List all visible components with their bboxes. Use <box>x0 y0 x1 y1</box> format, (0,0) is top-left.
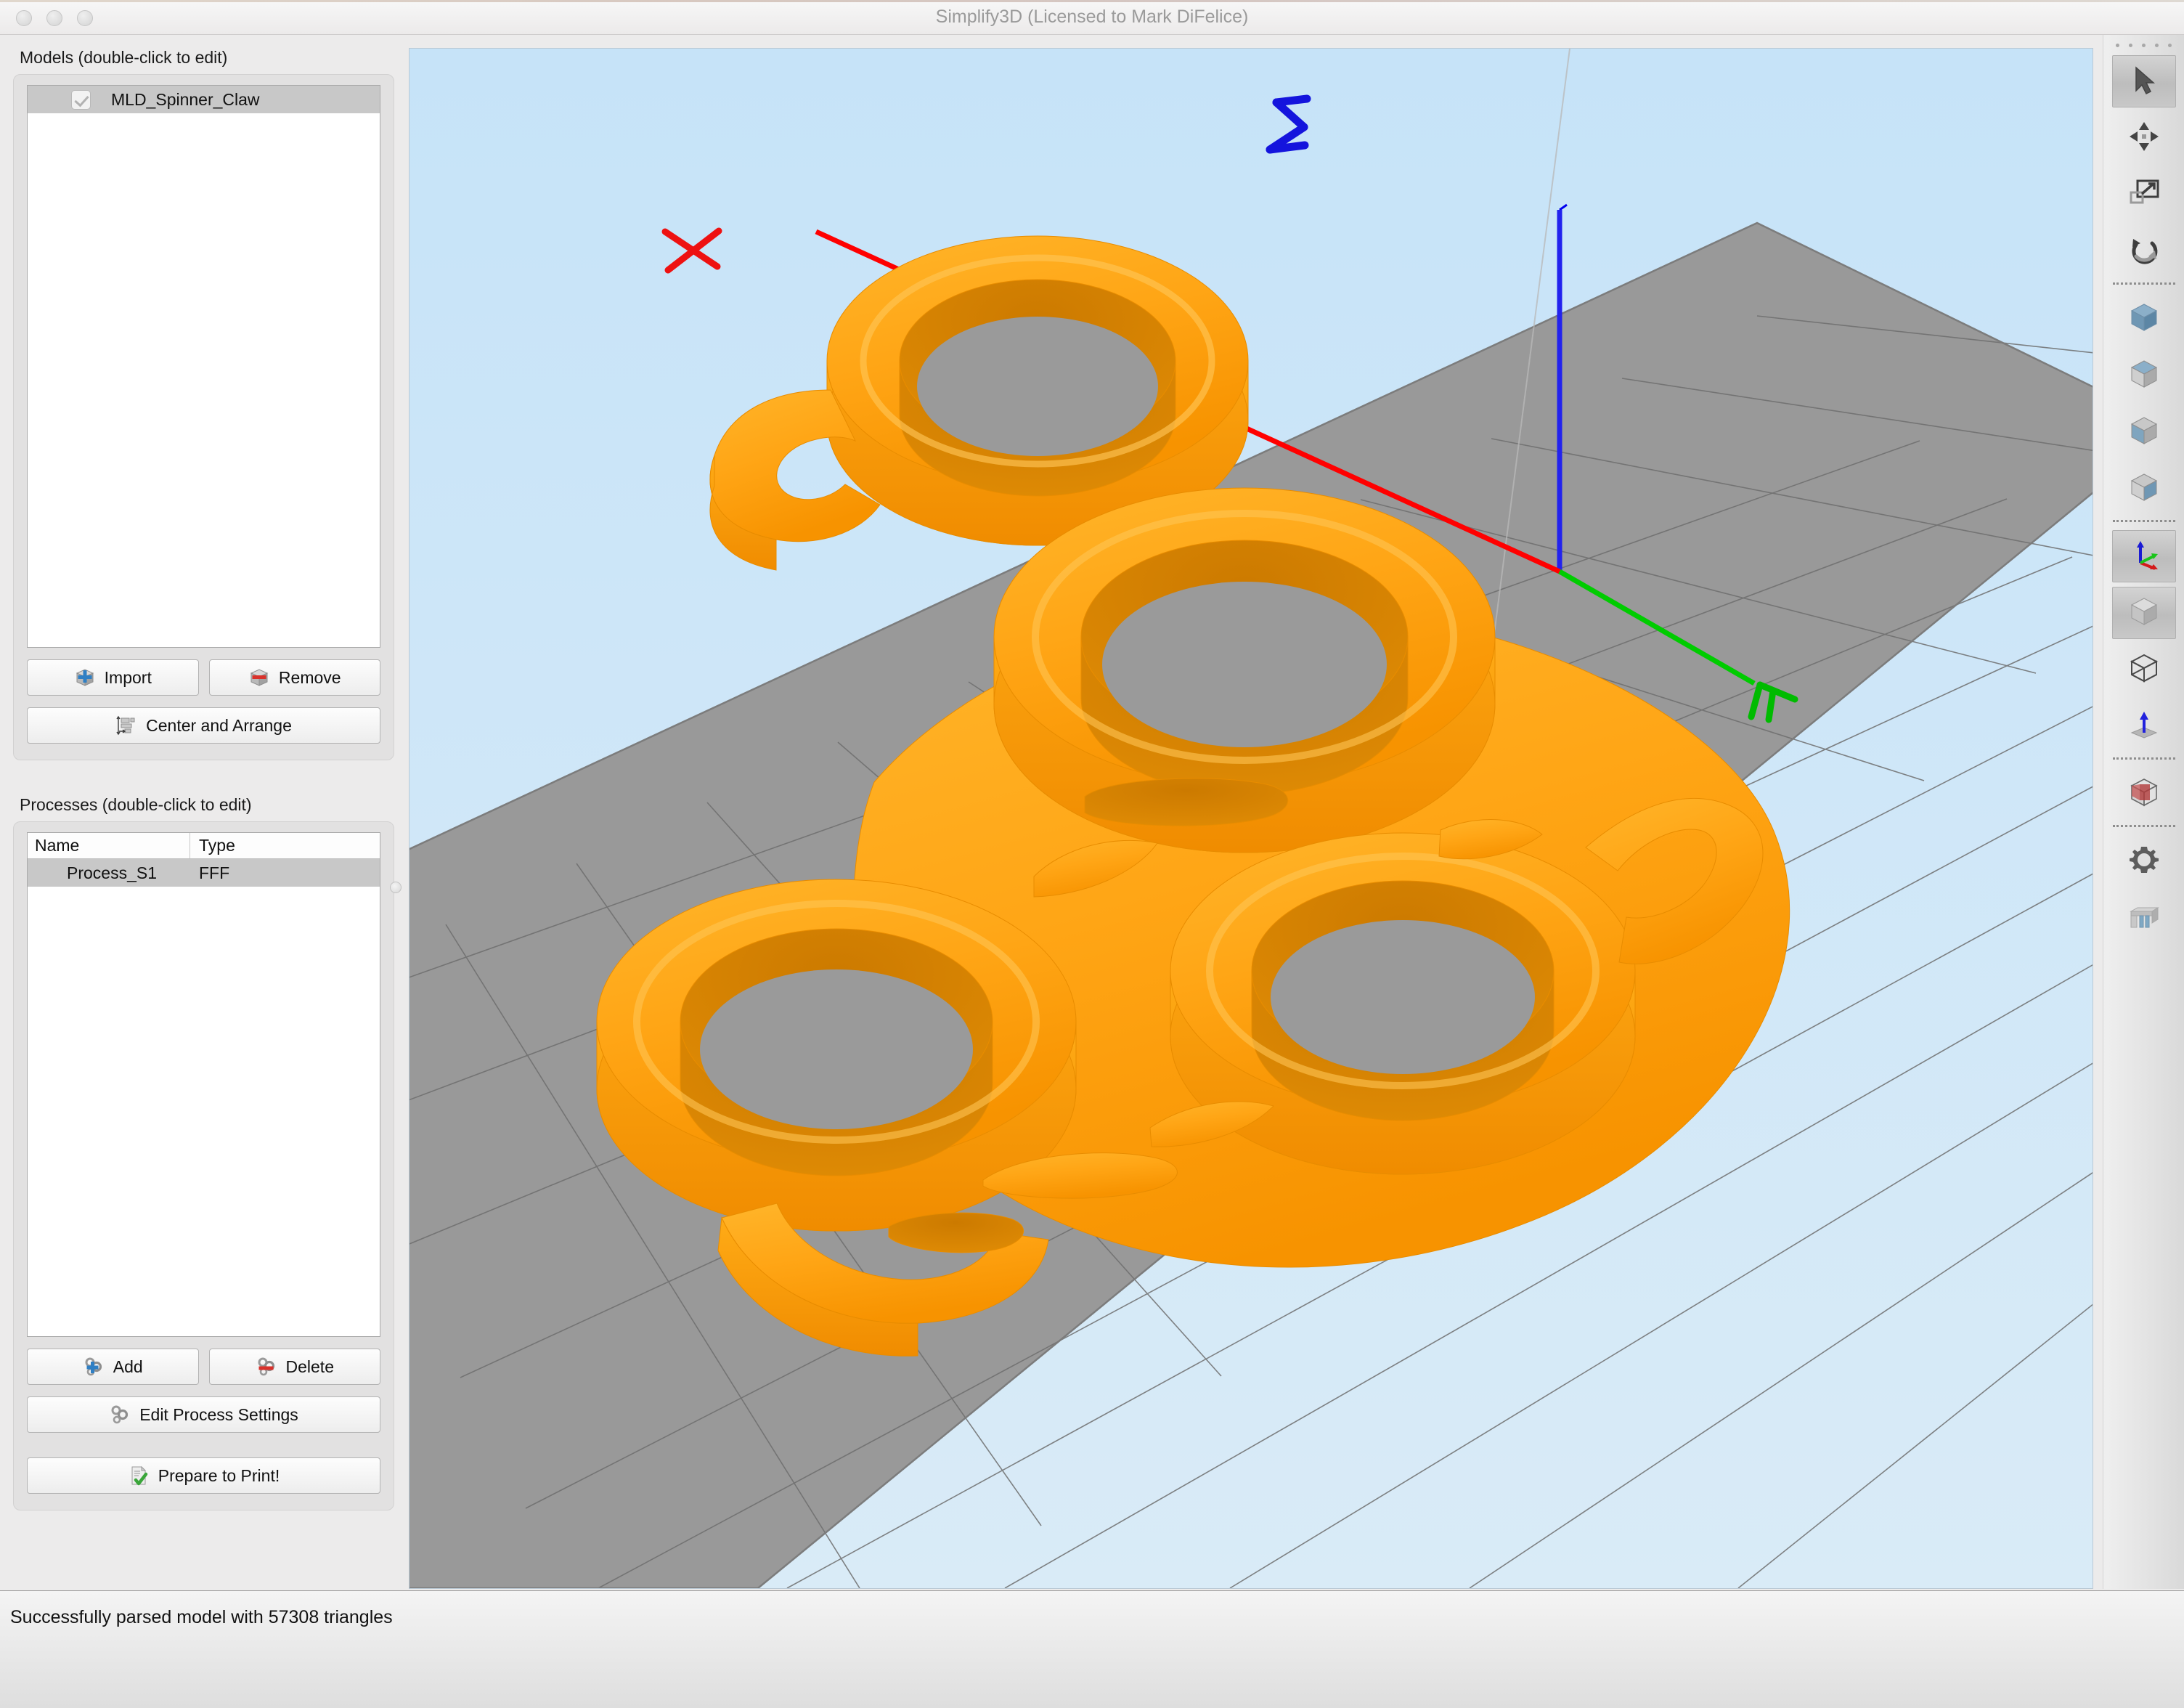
origin-view-button[interactable] <box>2112 700 2176 752</box>
move-tool-button[interactable] <box>2112 112 2176 164</box>
column-header-name: Name <box>28 833 190 858</box>
show-axes-button[interactable] <box>2111 530 2176 582</box>
cube-wireframe-icon <box>2127 651 2161 688</box>
document-check-icon <box>128 1465 150 1487</box>
cube-side-icon <box>2127 471 2161 508</box>
cube-plus-icon <box>74 667 96 688</box>
list-item[interactable]: MLD_Spinner_Claw <box>28 86 380 113</box>
prepare-to-print-label: Prepare to Print! <box>158 1465 280 1485</box>
cube-top-icon <box>2127 357 2161 394</box>
solid-view-button[interactable] <box>2111 587 2176 639</box>
move-arrows-icon <box>2127 120 2161 157</box>
spinner-slot-upper <box>1084 778 1289 826</box>
cube-front-icon <box>2127 414 2161 451</box>
gears-plus-icon <box>83 1356 105 1378</box>
delete-label: Delete <box>285 1357 334 1376</box>
model-visibility-checkbox[interactable] <box>71 89 91 110</box>
center-and-arrange-label: Center and Arrange <box>146 715 292 735</box>
arrange-icon <box>115 715 137 736</box>
status-message: Successfully parsed model with 57308 tri… <box>10 1607 393 1627</box>
models-label: Models (double-click to edit) <box>20 48 228 67</box>
cube-minus-icon <box>248 667 270 688</box>
process-type: FFF <box>199 863 230 882</box>
toolbar-divider <box>2112 825 2175 827</box>
add-label: Add <box>113 1357 143 1376</box>
processes-section: Processes (double-click to edit) Name Ty… <box>0 760 409 1510</box>
table-row[interactable]: Process_S1 FFF <box>28 859 380 887</box>
cube-iso-icon <box>2127 301 2161 338</box>
edit-settings-row: Edit Process Settings <box>27 1396 380 1433</box>
gears-icon <box>109 1404 131 1426</box>
cursor-arrow-icon <box>2127 63 2161 100</box>
support-generation-button[interactable] <box>2112 892 2176 944</box>
toolbar-drag-handle[interactable] <box>2103 35 2184 55</box>
3d-viewport[interactable] <box>409 48 2093 1589</box>
models-button-row: Import Remove <box>27 659 380 696</box>
center-arrange-row: Center and Arrange <box>27 707 380 744</box>
cube-solid-icon <box>2127 595 2161 632</box>
support-structure-icon <box>2127 900 2161 937</box>
edit-process-settings-label: Edit Process Settings <box>139 1404 298 1424</box>
center-and-arrange-button[interactable]: Center and Arrange <box>27 707 380 744</box>
model-name: MLD_Spinner_Claw <box>111 89 260 109</box>
import-label: Import <box>104 667 152 687</box>
gears-minus-icon <box>256 1356 277 1378</box>
toolbar-divider <box>2112 757 2175 760</box>
scale-tool-button[interactable] <box>2112 168 2176 221</box>
cube-cross-section-icon <box>2127 776 2161 813</box>
toolbar-divider <box>2112 282 2175 285</box>
view-top-button[interactable] <box>2112 349 2176 402</box>
scale-icon <box>2127 176 2161 214</box>
models-group-box: MLD_Spinner_Claw Import Remove Center an… <box>13 74 394 760</box>
cross-section-button[interactable] <box>2112 768 2176 820</box>
application-window: Simplify3D (Licensed to Mark DiFelice) M… <box>0 0 2184 1708</box>
rotate-icon <box>2127 233 2161 270</box>
add-process-button[interactable]: Add <box>27 1349 199 1385</box>
processes-table[interactable]: Name Type Process_S1 FFF <box>27 832 380 1337</box>
models-list[interactable]: MLD_Spinner_Claw <box>27 85 380 648</box>
edit-process-settings-button[interactable]: Edit Process Settings <box>27 1396 380 1433</box>
remove-label: Remove <box>278 667 341 687</box>
window-title: Simplify3D (Licensed to Mark DiFelice) <box>935 7 1249 27</box>
view-front-button[interactable] <box>2112 406 2176 458</box>
import-button[interactable]: Import <box>27 659 199 696</box>
z-arrow-plane-icon <box>2127 708 2161 745</box>
processes-label: Processes (double-click to edit) <box>20 795 252 814</box>
axes-icon <box>2127 538 2161 575</box>
delete-process-button[interactable]: Delete <box>208 1349 380 1385</box>
panel-splitter-grip[interactable] <box>390 882 402 893</box>
3d-scene <box>410 49 2093 1588</box>
wireframe-view-button[interactable] <box>2112 643 2176 696</box>
models-section: Models (double-click to edit) MLD_Spinne… <box>0 35 409 760</box>
table-header: Name Type <box>28 833 380 859</box>
title-bar: Simplify3D (Licensed to Mark DiFelice) <box>0 0 2184 35</box>
rotate-tool-button[interactable] <box>2112 225 2176 277</box>
select-tool-button[interactable] <box>2111 55 2176 107</box>
view-side-button[interactable] <box>2112 463 2176 515</box>
machine-settings-button[interactable] <box>2112 835 2176 887</box>
right-toolbar <box>2103 35 2184 1589</box>
remove-button[interactable]: Remove <box>208 659 380 696</box>
process-name: Process_S1 <box>67 863 158 882</box>
gear-icon <box>2127 843 2161 880</box>
column-header-type: Type <box>199 836 235 855</box>
status-bar: Successfully parsed model with 57308 tri… <box>0 1590 2184 1708</box>
processes-group-box: Name Type Process_S1 FFF Add Delete Edit… <box>13 821 394 1510</box>
view-isometric-button[interactable] <box>2112 293 2176 345</box>
prepare-row: Prepare to Print! <box>27 1457 380 1494</box>
processes-button-row: Add Delete <box>27 1349 380 1385</box>
toolbar-divider <box>2112 520 2175 522</box>
left-panel: Models (double-click to edit) MLD_Spinne… <box>0 35 409 1589</box>
prepare-to-print-button[interactable]: Prepare to Print! <box>27 1457 380 1494</box>
